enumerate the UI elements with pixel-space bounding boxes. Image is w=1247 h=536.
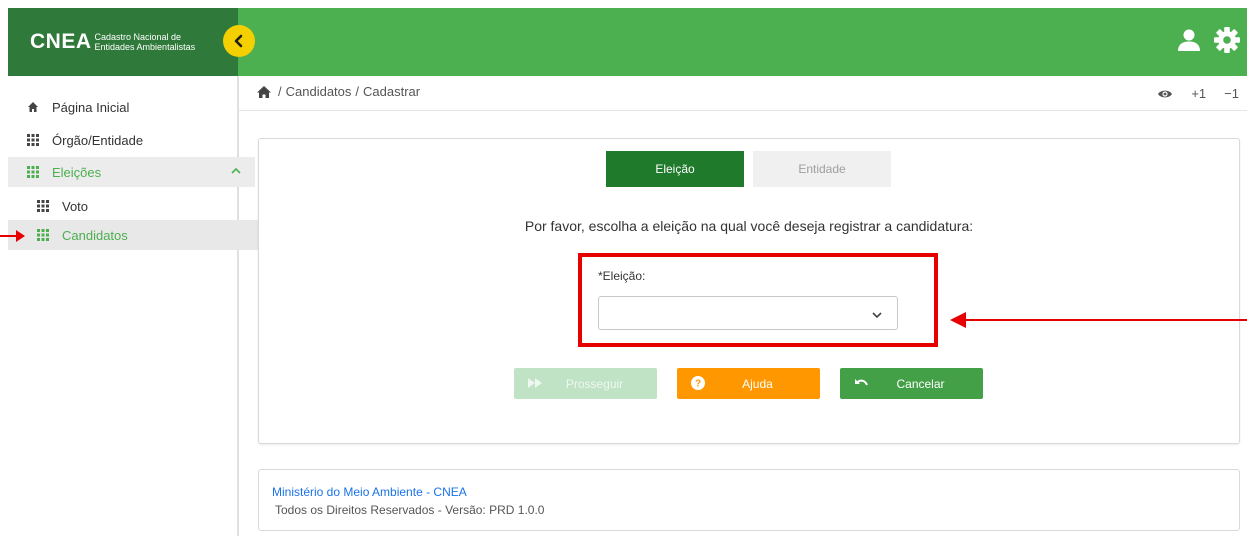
- sidebar-item-label: Candidatos: [62, 227, 128, 243]
- grid-icon: [36, 199, 50, 213]
- ajuda-button[interactable]: ? Ajuda: [677, 368, 820, 399]
- fast-forward-icon: [528, 376, 542, 390]
- cancelar-button[interactable]: Cancelar: [840, 368, 983, 399]
- step-entidade: Entidade: [753, 151, 891, 187]
- breadcrumb-item: Cadastrar: [363, 84, 421, 99]
- sidebar-item-label: Órgão/Entidade: [52, 132, 144, 148]
- grid-icon: [26, 133, 40, 147]
- grid-icon: [36, 228, 50, 242]
- sidebar-item-orgao-entidade[interactable]: Órgão/Entidade: [8, 125, 255, 155]
- footer-link[interactable]: Ministério do Meio Ambiente - CNEA: [272, 485, 467, 499]
- help-icon: ?: [691, 376, 705, 390]
- brand-logo-text: CNEA: [30, 30, 92, 53]
- brand-logo: CNEA Cadastro Nacional de Entidades Ambi…: [8, 8, 238, 76]
- sidebar-item-label: Página Inicial: [52, 99, 130, 115]
- sidebar: Página Inicial Órgão/Entidade Eleições V…: [8, 76, 265, 536]
- chevron-up-icon: [231, 167, 241, 175]
- breadcrumb-separator: /: [355, 84, 360, 99]
- footer: Ministério do Meio Ambiente - CNEA Todos…: [258, 469, 1240, 531]
- sidebar-item-voto[interactable]: Voto: [8, 191, 265, 221]
- wizard-prompt: Por favor, escolha a eleição na qual voc…: [524, 218, 974, 234]
- breadcrumb-item[interactable]: Candidatos: [286, 84, 352, 99]
- top-bar: [238, 8, 1247, 76]
- eleicao-select[interactable]: [598, 296, 898, 330]
- eleicao-field-label: *Eleição:: [598, 269, 646, 283]
- step-eleicao[interactable]: Eleição: [606, 151, 744, 187]
- home-icon: [26, 100, 40, 114]
- font-increase-button[interactable]: +1: [1191, 86, 1206, 101]
- font-decrease-button[interactable]: −1: [1224, 86, 1239, 101]
- arrow-right-icon: [0, 230, 25, 242]
- brand-subtitle: Cadastro Nacional de Entidades Ambiental…: [95, 32, 196, 52]
- prosseguir-button[interactable]: Prosseguir: [514, 368, 657, 399]
- user-icon[interactable]: [1175, 26, 1203, 54]
- svg-text:?: ?: [695, 379, 701, 390]
- header-divider: [238, 110, 1247, 111]
- breadcrumb: / Candidatos / Cadastrar: [256, 84, 420, 99]
- grid-icon: [26, 165, 40, 179]
- sidebar-item-pagina-inicial[interactable]: Página Inicial: [8, 92, 255, 122]
- sidebar-item-candidatos[interactable]: Candidatos: [8, 220, 265, 250]
- accessibility-toolbar: +1 −1: [1157, 86, 1239, 101]
- breadcrumb-separator: /: [278, 84, 282, 99]
- arrow-left-icon: [950, 312, 1247, 328]
- sidebar-item-label: Eleições: [52, 164, 102, 180]
- sidebar-collapse-button[interactable]: [223, 25, 255, 57]
- eye-icon[interactable]: [1157, 88, 1173, 100]
- gear-icon[interactable]: [1213, 26, 1241, 54]
- chevron-down-icon: [871, 307, 883, 325]
- brand-subtitle-line2: Entidades Ambientalistas: [94, 42, 196, 52]
- wizard-card: Eleição Entidade Por favor, escolha a el…: [258, 138, 1240, 444]
- chevron-left-icon: [234, 34, 243, 48]
- sidebar-item-eleicoes[interactable]: Eleições: [8, 157, 255, 187]
- sidebar-item-label: Voto: [62, 198, 89, 214]
- footer-text: Todos os Direitos Reservados - Versão: P…: [275, 503, 545, 517]
- undo-icon: [854, 376, 868, 390]
- brand-subtitle-line1: Cadastro Nacional de: [94, 32, 182, 42]
- home-icon[interactable]: [256, 85, 272, 99]
